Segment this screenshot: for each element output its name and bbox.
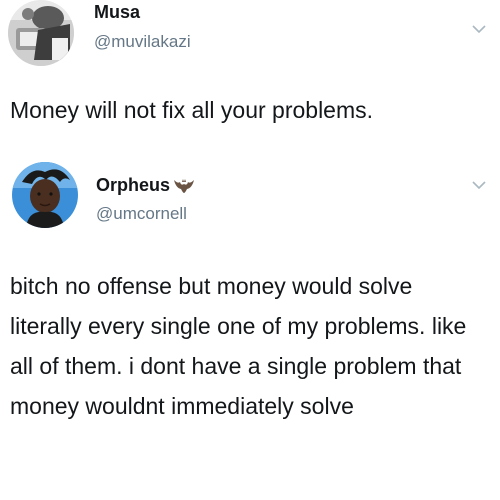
display-name[interactable]: Orpheus — [96, 175, 195, 196]
user-avatar[interactable] — [8, 0, 74, 66]
tweet-text: Money will not fix all your problems. — [10, 97, 374, 123]
avatar-photo-icon — [12, 162, 78, 228]
chevron-down-icon[interactable] — [472, 180, 486, 190]
display-name[interactable]: Musa — [94, 2, 140, 23]
display-name-label[interactable]: Orpheus — [96, 175, 170, 195]
user-handle[interactable]: @umcornell — [96, 204, 187, 224]
user-avatar[interactable] — [12, 162, 78, 228]
user-handle[interactable]: @muvilakazi — [94, 32, 191, 52]
tweet-text: bitch no offense but money would solve l… — [10, 273, 467, 419]
bat-emoji-icon — [174, 179, 195, 193]
avatar-photo-icon — [8, 0, 74, 66]
chevron-down-icon[interactable] — [472, 24, 486, 34]
